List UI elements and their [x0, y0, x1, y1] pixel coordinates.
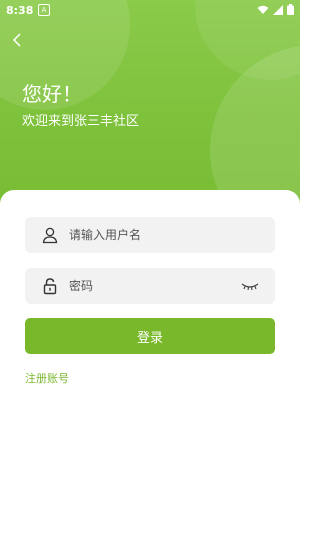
login-screen: 8:38 A 您好！ 欢迎来到张三丰社区 请输入用户名 登录 注册账号 — [0, 0, 300, 533]
user-icon — [42, 227, 58, 244]
battery-icon — [287, 4, 294, 15]
status-time: 8:38 — [6, 4, 34, 17]
header-banner: 8:38 A 您好！ 欢迎来到张三丰社区 — [0, 0, 300, 215]
username-field[interactable] — [25, 217, 275, 253]
chevron-left-icon[interactable] — [8, 30, 28, 50]
password-field[interactable] — [25, 268, 275, 304]
greeting-title: 您好！ — [22, 82, 82, 106]
system-icons — [257, 4, 294, 15]
wifi-icon — [257, 5, 269, 14]
welcome-text: 欢迎来到张三丰社区 — [22, 114, 140, 129]
register-link[interactable]: 注册账号 — [25, 370, 69, 386]
lock-icon — [43, 278, 57, 295]
username-input[interactable] — [67, 227, 241, 243]
eye-closed-icon[interactable] — [241, 279, 259, 293]
status-bar: 8:38 A — [0, 0, 300, 22]
login-button[interactable]: 登录 — [25, 318, 275, 354]
notification-icon: A — [38, 4, 50, 16]
signal-icon — [273, 4, 283, 15]
password-input[interactable] — [67, 278, 241, 294]
